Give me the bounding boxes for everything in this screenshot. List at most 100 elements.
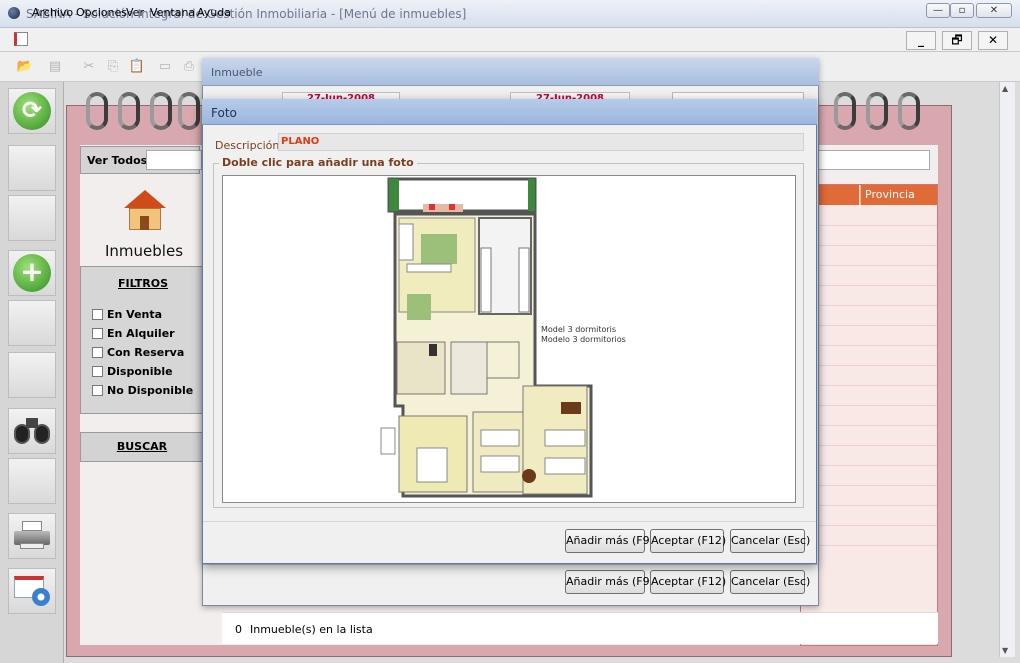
plan-label-spanish: Modelo 3 dormitorios (541, 335, 626, 344)
foto-dialog-titlebar[interactable] (202, 99, 817, 125)
checkbox-en-venta[interactable] (92, 309, 103, 320)
grid-row-line (801, 365, 937, 366)
inmueble-add-more-button[interactable]: Añadir más (F9) (565, 570, 654, 594)
grid-row-line (801, 405, 937, 406)
grid-row-line (801, 545, 937, 546)
maximize-button[interactable]: ▫ (950, 3, 974, 18)
inmueble-dialog-title: Inmueble (211, 66, 263, 79)
empty-button-1[interactable] (8, 145, 56, 191)
right-search-field[interactable] (816, 150, 930, 170)
checkbox-no-disponible[interactable] (92, 385, 103, 396)
cut-icon[interactable]: ✂ (80, 58, 98, 76)
ring-3 (150, 92, 172, 130)
print-button[interactable] (8, 513, 56, 559)
mdi-minimize-button[interactable]: _ (906, 31, 936, 50)
menu-bar (0, 28, 1020, 52)
item-count: 0 (235, 623, 242, 636)
photo-group-label: Doble clic para añadir una foto (219, 156, 417, 169)
grid-row-line (801, 445, 937, 446)
grid-row-line (801, 265, 937, 266)
paste-icon[interactable]: 📋 (128, 58, 146, 76)
refresh-button[interactable]: ⟳ (8, 88, 56, 134)
gear-icon (12, 574, 52, 608)
properties-icon[interactable]: ▤ (46, 58, 64, 76)
grid-row-line (801, 245, 937, 246)
menu-ver[interactable]: Ver (126, 6, 144, 19)
empty-button-4[interactable] (8, 352, 56, 398)
empty-button-2[interactable] (8, 195, 56, 241)
grid-header-provincia[interactable]: Provincia (860, 185, 937, 205)
search-binoculars-button[interactable] (8, 408, 56, 454)
label-en-venta: En Venta (107, 308, 163, 321)
module-label: Inmuebles (105, 242, 184, 260)
checkbox-en-alquiler[interactable] (92, 328, 103, 339)
search-input[interactable] (146, 150, 202, 170)
refresh-icon: ⟳ (13, 92, 51, 130)
grid-row-line (801, 465, 937, 466)
foto-accept-button[interactable]: Aceptar (F12) (650, 529, 726, 553)
copy-icon[interactable]: ⎘ (104, 58, 122, 76)
menu-archivo[interactable]: Archivo (32, 6, 73, 19)
grid-row-line (801, 525, 937, 526)
empty-button-3[interactable] (8, 300, 56, 346)
ring-7 (898, 92, 920, 130)
open-icon[interactable]: 📂 (16, 58, 34, 76)
plan-label-catalan: Model 3 dormitoris (541, 325, 617, 334)
foto-cancel-button[interactable]: Cancelar (Esc) (730, 529, 810, 553)
binoculars-icon (12, 416, 52, 446)
filters-title: FILTROS (117, 277, 169, 290)
ring-4 (178, 92, 200, 130)
empty-button-5[interactable] (8, 458, 56, 504)
scroll-down-icon[interactable]: ▼ (1002, 646, 1008, 655)
grid-row-line (801, 385, 937, 386)
ring-2 (118, 92, 140, 130)
menu-opciones[interactable]: Opciones (76, 6, 127, 19)
label-no-disponible: No Disponible (107, 384, 194, 397)
grid-row-line (801, 325, 937, 326)
mdi-restore-button[interactable]: 🗗 (942, 31, 972, 50)
floor-plan-image (380, 177, 593, 498)
grid-row-line (801, 485, 937, 486)
app-icon (8, 7, 20, 19)
window-icon[interactable]: ▭ (156, 58, 174, 76)
grid-row-line (801, 225, 937, 226)
grid-row-line (801, 285, 937, 286)
ring-1 (86, 92, 108, 130)
ver-todos-label: Ver Todos (87, 154, 148, 167)
description-field[interactable]: PLANO (278, 133, 804, 151)
grid-row-line (801, 305, 937, 306)
menu-ventana[interactable]: Ventana (150, 6, 195, 19)
ring-5 (834, 92, 856, 130)
foto-add-more-button[interactable]: Añadir más (F9) (565, 529, 654, 553)
checkbox-con-reserva[interactable] (92, 347, 103, 358)
scroll-up-icon[interactable]: ▲ (1002, 84, 1008, 93)
label-disponible: Disponible (107, 365, 173, 378)
foto-dialog-title: Foto (211, 106, 237, 120)
checkbox-disponible[interactable] (92, 366, 103, 377)
description-label: Descripción (215, 139, 280, 152)
buscar-button[interactable]: BUSCAR (80, 432, 204, 462)
grid-row-line (801, 345, 937, 346)
close-window-button[interactable]: ✕ (976, 3, 1012, 18)
minimize-button[interactable]: — (926, 3, 950, 18)
house-icon (120, 190, 170, 232)
print-preview-icon[interactable]: ⎙ (180, 58, 198, 76)
printer-icon (12, 521, 52, 551)
vertical-scrollbar[interactable] (999, 82, 1015, 657)
label-en-alquiler: En Alquiler (107, 327, 175, 340)
inmueble-accept-button[interactable]: Aceptar (F12) (650, 570, 726, 594)
inmueble-dialog-titlebar[interactable] (202, 58, 819, 86)
inmueble-cancel-button[interactable]: Cancelar (Esc) (730, 570, 810, 594)
grid-row-line (801, 425, 937, 426)
photo-drop-area[interactable]: Model 3 dormitoris Modelo 3 dormitorios (222, 175, 796, 503)
add-button[interactable]: + (8, 250, 56, 296)
grid-row-line (801, 505, 937, 506)
settings-button[interactable] (8, 568, 56, 614)
results-grid (800, 184, 938, 646)
ring-6 (866, 92, 888, 130)
menu-ayuda[interactable]: Ayuda (197, 6, 231, 19)
plus-icon: + (13, 254, 51, 292)
label-con-reserva: Con Reserva (107, 346, 185, 359)
mdi-close-button[interactable]: ✕ (978, 31, 1008, 50)
item-count-label: Inmueble(s) en la lista (250, 623, 373, 636)
